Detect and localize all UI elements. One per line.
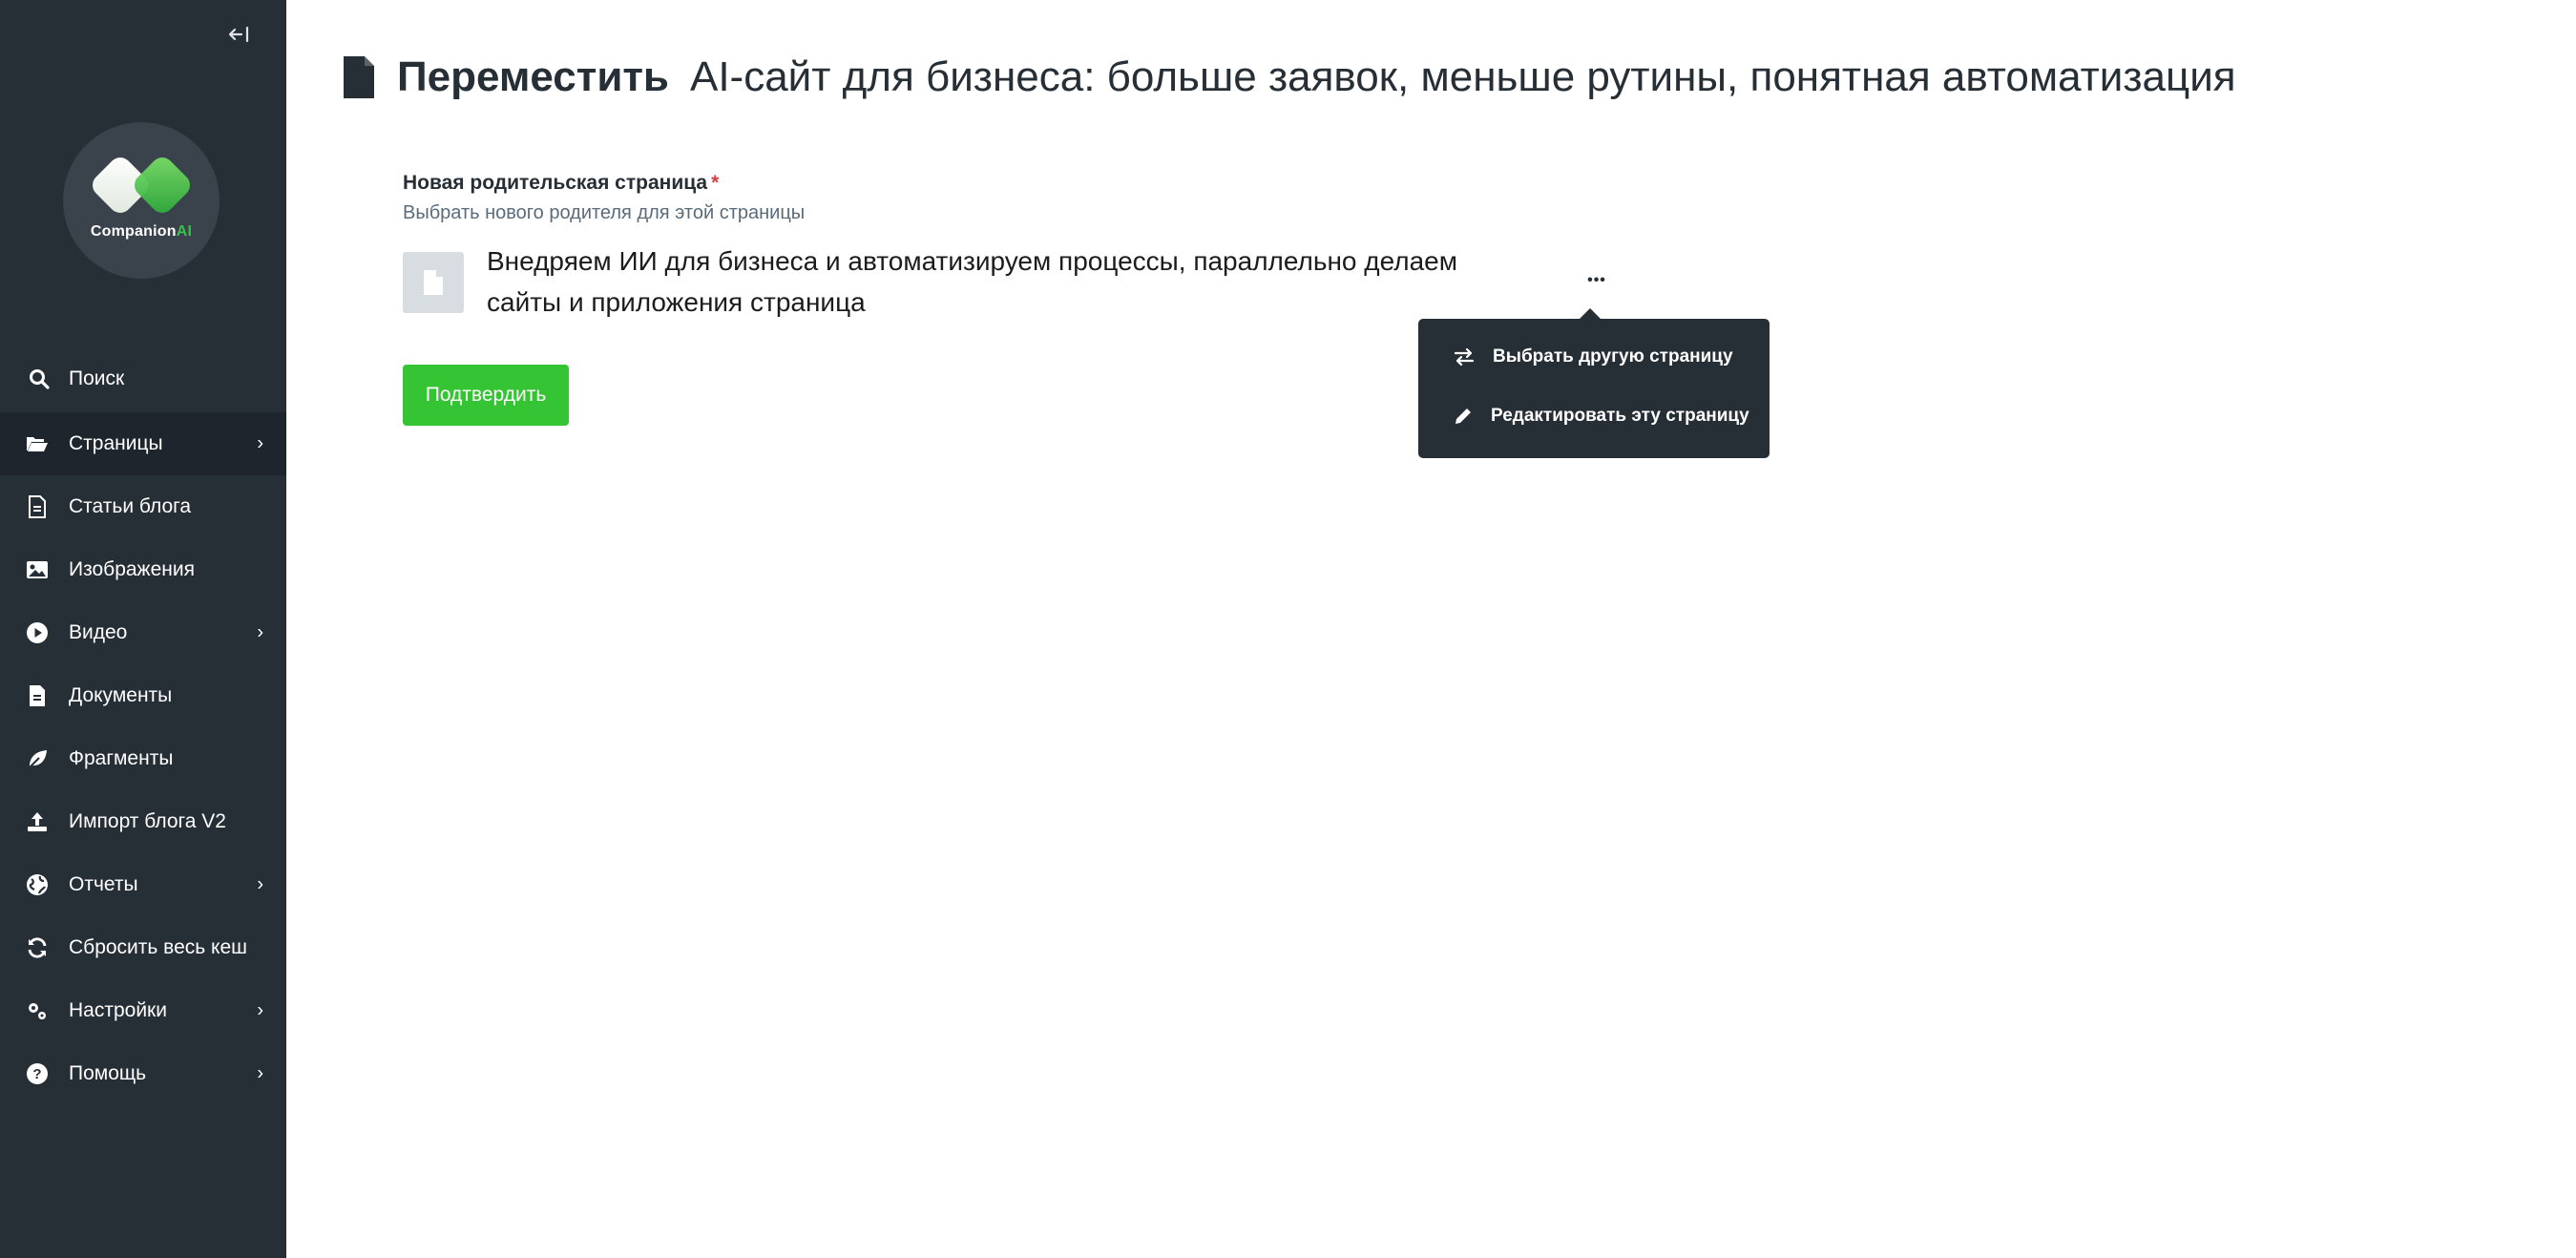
sidebar-item-settings[interactable]: Настройки › [0, 979, 286, 1042]
refresh-icon [25, 935, 50, 960]
search-button[interactable]: Поиск [0, 353, 286, 405]
image-icon [25, 557, 50, 582]
sidebar-item-label: Настройки [69, 999, 167, 1021]
search-label: Поиск [69, 367, 125, 389]
sidebar-item-pages[interactable]: Страницы › [0, 412, 286, 475]
sidebar-item-label: Импорт блога V2 [69, 810, 226, 832]
chevron-right-icon: › [257, 999, 263, 1021]
chevron-right-icon: › [257, 432, 263, 454]
sidebar-nav: Страницы › Статьи блога Изображения Виде… [0, 412, 286, 1105]
document-icon [25, 683, 50, 708]
sidebar-item-help[interactable]: ? Помощь › [0, 1042, 286, 1105]
edit-this-page-item[interactable]: Редактировать эту страницу [1418, 389, 1770, 443]
sidebar-item-label: Видео [69, 621, 128, 643]
swap-arrows-icon [1454, 347, 1475, 367]
sidebar-item-label: Статьи блога [69, 495, 192, 517]
sidebar-item-video[interactable]: Видео › [0, 601, 286, 664]
collapse-sidebar-button[interactable] [225, 21, 254, 48]
more-actions-button[interactable]: ••• [1580, 267, 1614, 294]
choose-another-page-item[interactable]: Выбрать другую страницу [1418, 330, 1770, 384]
sidebar-item-label: Фрагменты [69, 747, 174, 769]
logo[interactable]: CompanionAI [63, 122, 220, 279]
page-action-title: Переместить [397, 53, 669, 100]
parent-page-help-text: Выбрать нового родителя для этой страниц… [403, 202, 806, 223]
dropdown-item-label: Редактировать эту страницу [1491, 406, 1749, 426]
cogs-icon [25, 998, 50, 1023]
sidebar-item-label: Сбросить весь кеш [69, 936, 248, 958]
sidebar-item-label: Документы [69, 684, 173, 706]
sidebar-item-blog-import[interactable]: Импорт блога V2 [0, 790, 286, 853]
collapse-left-icon [228, 26, 249, 43]
leaf-icon [25, 746, 50, 771]
search-icon [30, 369, 50, 389]
required-marker: * [711, 172, 720, 194]
sidebar-item-blog-posts[interactable]: Статьи блога [0, 475, 286, 538]
chevron-right-icon: › [257, 621, 263, 643]
confirm-button[interactable]: Подтвердить [403, 365, 569, 426]
pencil-icon [1456, 409, 1471, 424]
page-thumbnail [403, 252, 464, 313]
sidebar-item-label: Помощь [69, 1062, 147, 1084]
main-content: Переместить AI-сайт для бизнеса: больше … [286, 0, 2576, 1258]
page-actions-dropdown: Выбрать другую страницу Редактировать эт… [1418, 308, 1770, 458]
upload-icon [25, 809, 50, 834]
sidebar-item-snippets[interactable]: Фрагменты [0, 727, 286, 790]
chevron-right-icon: › [257, 873, 263, 895]
selected-page-title: Внедряем ИИ для бизнеса и автоматизируем… [487, 246, 1457, 317]
file-icon [424, 270, 443, 295]
parent-page-field-label: Новая родительская страница * [403, 172, 720, 194]
svg-text:?: ? [32, 1066, 41, 1082]
sidebar-item-images[interactable]: Изображения [0, 538, 286, 601]
document-icon [344, 56, 374, 98]
sidebar: CompanionAI Поиск Страницы › Статьи блог… [0, 0, 286, 1258]
logo-text: CompanionAI [90, 223, 193, 240]
sidebar-item-label: Отчеты [69, 873, 138, 895]
folder-open-icon [25, 431, 50, 456]
page-chooser: Внедряем ИИ для бизнеса и автоматизируем… [403, 241, 1498, 323]
sidebar-item-reports[interactable]: Отчеты › [0, 853, 286, 916]
help-circle-icon: ? [25, 1061, 50, 1086]
page-title: AI-сайт для бизнеса: больше заявок, мень… [689, 53, 2236, 100]
sidebar-item-label: Страницы [69, 432, 163, 454]
companion-logo-icon [93, 157, 190, 213]
dropdown-item-label: Выбрать другую страницу [1493, 346, 1733, 367]
page-header: Переместить AI-сайт для бизнеса: больше … [342, 53, 2236, 101]
sidebar-item-clear-cache[interactable]: Сбросить весь кеш [0, 916, 286, 979]
play-circle-icon [25, 620, 50, 645]
file-text-icon [25, 494, 50, 519]
chevron-right-icon: › [257, 1062, 263, 1084]
ellipsis-icon: ••• [1587, 272, 1606, 288]
sidebar-item-label: Изображения [69, 558, 195, 580]
globe-icon [25, 872, 50, 897]
sidebar-item-documents[interactable]: Документы [0, 664, 286, 727]
